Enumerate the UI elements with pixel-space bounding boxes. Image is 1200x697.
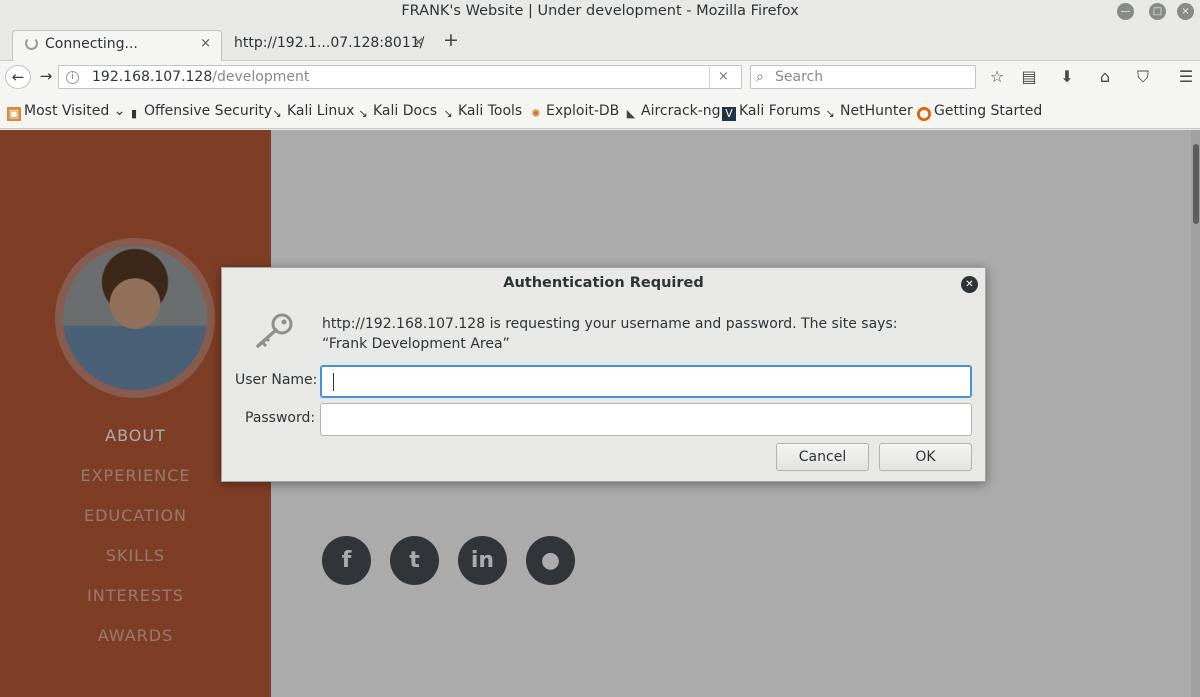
bookmark-exploit-db[interactable]: ✺ Exploit-DB bbox=[529, 103, 619, 121]
tab-8011[interactable]: http://192.1...07.128:8011/ × bbox=[222, 30, 434, 61]
bookmark-label: Kali Linux bbox=[287, 103, 355, 119]
bookmark-kali-forums[interactable]: V Kali Forums bbox=[722, 103, 820, 121]
dialog-title: Authentication Required bbox=[503, 275, 704, 291]
minimize-icon[interactable]: — bbox=[1117, 3, 1134, 20]
search-input[interactable]: ⌕ Search bbox=[750, 65, 976, 89]
bookmark-kali-tools[interactable]: ↘ Kali Tools bbox=[441, 103, 522, 121]
window-close-icon[interactable]: × bbox=[1177, 3, 1194, 20]
search-placeholder: Search bbox=[775, 69, 824, 85]
search-icon: ⌕ bbox=[756, 69, 764, 85]
pocket-icon[interactable]: ⛉ bbox=[1131, 65, 1155, 89]
bookmark-label: NetHunter bbox=[840, 103, 913, 119]
bookmark-label: Exploit-DB bbox=[546, 103, 620, 119]
auth-dialog: Authentication Required ✕ http://192.168… bbox=[221, 267, 986, 482]
loading-spinner-icon bbox=[25, 37, 38, 50]
downloads-icon[interactable]: ⬇ bbox=[1055, 65, 1079, 89]
bookmark-nethunter[interactable]: ↘ NetHunter bbox=[823, 103, 913, 121]
tab-bar: Connecting... × http://192.1...07.128:80… bbox=[0, 24, 1200, 61]
new-tab-button[interactable]: + bbox=[443, 29, 459, 51]
tab-label: http://192.1...07.128:8011/ bbox=[234, 35, 425, 51]
url-host: 192.168.107.128 bbox=[92, 69, 213, 85]
cancel-button[interactable]: Cancel bbox=[776, 443, 869, 471]
bookmark-most-visited[interactable]: ▣ Most Visited ⌄ bbox=[7, 103, 125, 121]
bookmark-label: Kali Forums bbox=[739, 103, 821, 119]
chevron-down-icon: ⌄ bbox=[113, 103, 126, 119]
reading-list-icon[interactable]: ▤ bbox=[1017, 65, 1041, 89]
bookmark-label: Kali Docs bbox=[373, 103, 438, 119]
forums-icon: V bbox=[722, 107, 736, 121]
forward-button[interactable]: → bbox=[33, 65, 59, 89]
folder-icon: ▣ bbox=[7, 107, 21, 121]
bookmark-kali-docs[interactable]: ↘ Kali Docs bbox=[356, 103, 437, 121]
tab-connecting[interactable]: Connecting... × bbox=[12, 30, 222, 61]
password-label: Password: bbox=[245, 410, 316, 426]
dialog-message: http://192.168.107.128 is requesting you… bbox=[322, 316, 898, 352]
bookmark-getting-started[interactable]: ● Getting Started bbox=[917, 103, 1042, 121]
bookmark-label: Getting Started bbox=[934, 103, 1043, 119]
kali-icon: ↘ bbox=[825, 107, 835, 120]
firefox-icon: ● bbox=[917, 107, 931, 121]
window-title: FRANK's Website | Under development - Mo… bbox=[401, 3, 799, 19]
url-bar[interactable]: i 192.168.107.128/development × bbox=[58, 65, 742, 89]
window-titlebar: FRANK's Website | Under development - Mo… bbox=[0, 0, 1200, 24]
kali-icon: ↘ bbox=[358, 107, 368, 120]
bookmark-aircrack-ng[interactable]: ◣ Aircrack-ng bbox=[624, 103, 721, 121]
tab-close-icon[interactable]: × bbox=[413, 30, 424, 56]
bookmark-label: Most Visited bbox=[24, 103, 110, 119]
username-field[interactable] bbox=[320, 365, 972, 398]
tab-close-icon[interactable]: × bbox=[200, 31, 211, 57]
password-field[interactable] bbox=[320, 403, 972, 436]
offsec-icon: ▮ bbox=[130, 107, 138, 120]
ok-button[interactable]: OK bbox=[879, 443, 972, 471]
text-caret bbox=[333, 373, 334, 391]
back-button[interactable]: ← bbox=[5, 65, 31, 89]
url-path: /development bbox=[212, 69, 310, 85]
bookmark-label: Kali Tools bbox=[458, 103, 523, 119]
url-clear-icon[interactable]: × bbox=[709, 66, 737, 88]
bookmark-offensive-security[interactable]: ▮ Offensive Security bbox=[127, 103, 272, 121]
aircrack-icon: ◣ bbox=[626, 107, 636, 120]
maximize-icon[interactable]: □ bbox=[1149, 3, 1166, 20]
site-info-icon[interactable]: i bbox=[66, 71, 79, 84]
tab-label: Connecting... bbox=[45, 36, 138, 52]
dialog-close-icon[interactable]: ✕ bbox=[961, 276, 978, 293]
bookmark-label: Offensive Security bbox=[144, 103, 273, 119]
home-icon[interactable]: ⌂ bbox=[1093, 65, 1117, 89]
key-icon bbox=[256, 313, 293, 348]
bookmark-kali-linux[interactable]: ↘ Kali Linux bbox=[270, 103, 354, 121]
kali-icon: ↘ bbox=[443, 107, 453, 120]
username-label: User Name: bbox=[235, 372, 318, 388]
exploit-db-icon: ✺ bbox=[531, 107, 541, 120]
navigation-bar: ← → i 192.168.107.128/development × ⌕ Se… bbox=[0, 61, 1200, 93]
bookmark-label: Aircrack-ng bbox=[641, 103, 721, 119]
menu-icon[interactable]: ☰ bbox=[1174, 65, 1198, 89]
bookmarks-toolbar: ▣ Most Visited ⌄ ▮ Offensive Security ↘ Kal… bbox=[0, 93, 1200, 129]
bookmark-star-icon[interactable]: ☆ bbox=[985, 65, 1009, 89]
kali-icon: ↘ bbox=[272, 107, 282, 120]
